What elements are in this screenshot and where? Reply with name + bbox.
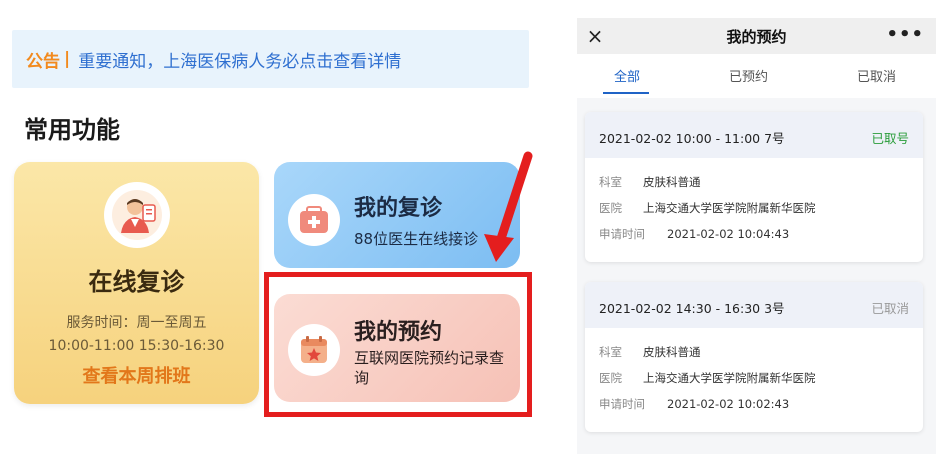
appointments-screen: × 我的预约 ••• 全部 已预约 已取消 2021-02-02 10:00 -… [577, 18, 936, 454]
apply-time-label: 申请时间 [599, 227, 645, 241]
announcement-banner[interactable]: 公告 | 重要通知，上海医保病人务必点击查看详情 [12, 30, 529, 88]
appointment-card[interactable]: 2021-02-02 10:00 - 11:00 7号 已取号 科室 皮肤科普通 … [585, 112, 923, 262]
close-icon[interactable]: × [583, 24, 607, 48]
apply-time-value: 2021-02-02 10:04:43 [667, 227, 790, 241]
appointment-header: 2021-02-02 14:30 - 16:30 3号 已取消 [585, 282, 923, 328]
doctor-avatar-icon [104, 182, 170, 248]
active-tab-indicator [603, 92, 649, 94]
top-bar: × 我的预约 ••• [577, 18, 936, 54]
section-title: 常用功能 [24, 116, 120, 144]
apply-time-row: 申请时间 2021-02-02 10:04:43 [599, 226, 789, 242]
apply-time-label: 申请时间 [599, 397, 645, 411]
page-title: 我的预约 [726, 27, 787, 46]
status-badge: 已取消 [871, 301, 909, 316]
status-badge: 已取号 [871, 131, 909, 146]
view-schedule-link[interactable]: 查看本周排班 [14, 362, 259, 388]
hospital-value: 上海交通大学医学院附属新华医院 [643, 201, 816, 215]
department-value: 皮肤科普通 [643, 345, 701, 359]
online-followup-card[interactable]: 在线复诊 服务时间：周一至周五 10:00-11:00 15:30-16:30 … [14, 162, 259, 404]
filter-tabs: 全部 已预约 已取消 [577, 54, 936, 98]
highlight-box [264, 272, 532, 417]
department-label: 科室 [599, 175, 622, 189]
tab-booked[interactable]: 已预约 [729, 66, 768, 85]
my-followup-subtitle: 88位医生在线接诊 [354, 230, 479, 248]
hospital-label: 医院 [599, 371, 622, 385]
tab-cancelled[interactable]: 已取消 [857, 66, 896, 85]
announcement-message[interactable]: 重要通知，上海医保病人务必点击查看详情 [78, 47, 401, 72]
appointment-header: 2021-02-02 10:00 - 11:00 7号 已取号 [585, 112, 923, 158]
hospital-row: 医院 上海交通大学医学院附属新华医院 [599, 200, 816, 216]
online-followup-title: 在线复诊 [88, 268, 185, 296]
announcement-tag: 公告 [26, 51, 60, 72]
service-hours-days: 服务时间：周一至周五 [66, 315, 207, 331]
department-row: 科室 皮肤科普通 [599, 344, 701, 360]
more-options-icon[interactable]: ••• [886, 24, 924, 45]
apply-time-value: 2021-02-02 10:02:43 [667, 397, 790, 411]
department-label: 科室 [599, 345, 622, 359]
announcement-separator: | [64, 49, 71, 69]
appointment-datetime: 2021-02-02 14:30 - 16:30 3号 [599, 301, 785, 316]
medical-kit-icon [288, 194, 340, 246]
arrow-annotation-icon [484, 151, 533, 262]
hospital-row: 医院 上海交通大学医学院附属新华医院 [599, 370, 816, 386]
department-value: 皮肤科普通 [643, 175, 701, 189]
hospital-value: 上海交通大学医学院附属新华医院 [643, 371, 816, 385]
hospital-label: 医院 [599, 201, 622, 215]
appointment-datetime: 2021-02-02 10:00 - 11:00 7号 [599, 131, 785, 146]
home-panel: 公告 | 重要通知，上海医保病人务必点击查看详情 常用功能 在线复诊 服务时间：… [0, 0, 545, 454]
tab-all[interactable]: 全部 [614, 66, 640, 85]
service-hours-times: 10:00-11:00 15:30-16:30 [48, 338, 225, 354]
department-row: 科室 皮肤科普通 [599, 174, 701, 190]
my-followup-title: 我的复诊 [354, 196, 443, 221]
appointment-card[interactable]: 2021-02-02 14:30 - 16:30 3号 已取消 科室 皮肤科普通 … [585, 282, 923, 432]
apply-time-row: 申请时间 2021-02-02 10:02:43 [599, 396, 789, 412]
